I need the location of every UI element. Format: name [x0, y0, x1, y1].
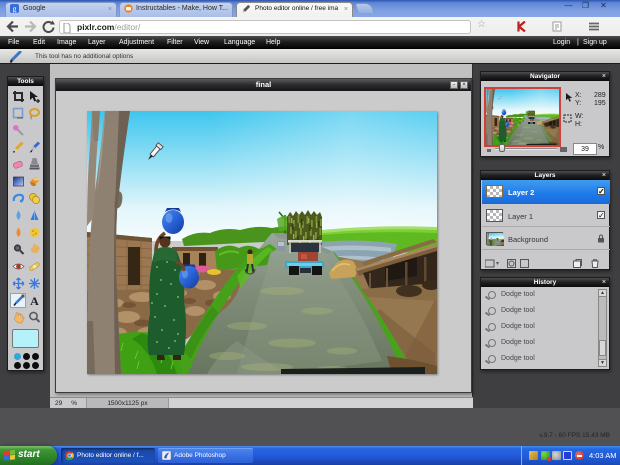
svg-text:A: A [30, 294, 39, 307]
svg-text:g: g [13, 5, 17, 14]
